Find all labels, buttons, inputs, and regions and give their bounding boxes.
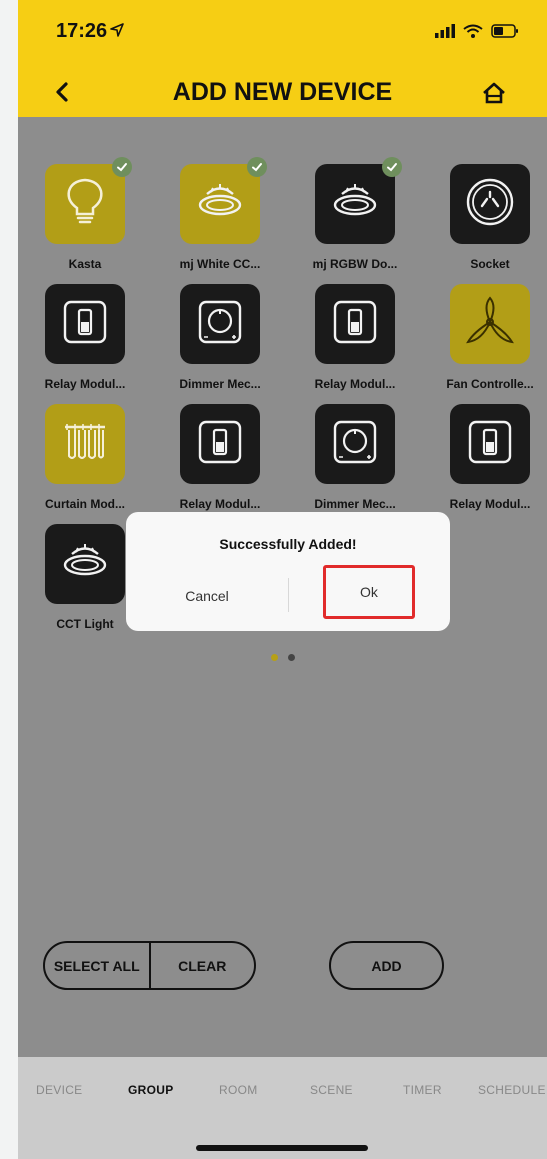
home-icon[interactable]: [481, 80, 507, 106]
home-indicator: [196, 1145, 368, 1151]
device-tile[interactable]: Relay Modul...: [25, 284, 145, 391]
tab-schedule[interactable]: SCHEDULE: [478, 1083, 546, 1097]
device-label: Socket: [470, 257, 510, 271]
device-tile[interactable]: Relay Modul...: [295, 284, 415, 391]
device-label: mj RGBW Do...: [312, 257, 398, 271]
ok-button[interactable]: Ok: [323, 565, 415, 619]
device-tile[interactable]: Relay Modul...: [160, 404, 280, 511]
downlight-icon: [57, 534, 113, 595]
status-indicators: [435, 24, 519, 43]
device-tile[interactable]: Kasta: [25, 157, 145, 271]
device-label: Relay Modul...: [449, 497, 531, 511]
dimmer-icon: [327, 414, 383, 475]
app-header: 17:26 ADD NEW DEVICE: [18, 0, 547, 117]
device-icon-box[interactable]: [315, 404, 395, 484]
relay-switch-icon: [192, 414, 248, 475]
relay-switch-icon: [57, 294, 113, 355]
device-label: Dimmer Mec...: [314, 497, 396, 511]
tab-list: DEVICE GROUP ROOM SCENE TIMER SCHEDULE: [18, 1057, 547, 1122]
location-arrow-icon: [110, 23, 124, 42]
battery-icon: [491, 24, 519, 43]
device-tile[interactable]: mj RGBW Do...: [295, 157, 415, 271]
relay-switch-icon: [462, 414, 518, 475]
curtain-icon: [57, 414, 113, 475]
page-indicator[interactable]: [18, 654, 547, 661]
device-label: Relay Modul...: [179, 497, 261, 511]
bottom-tab-bar: DEVICE GROUP ROOM SCENE TIMER SCHEDULE: [18, 1057, 547, 1159]
tab-scene[interactable]: SCENE: [310, 1083, 353, 1097]
add-button[interactable]: ADD: [329, 941, 444, 990]
tab-timer[interactable]: TIMER: [403, 1083, 442, 1097]
tab-group[interactable]: GROUP: [128, 1083, 174, 1097]
relay-switch-icon: [327, 294, 383, 355]
device-label: Relay Modul...: [314, 377, 396, 391]
select-all-button[interactable]: SELECT ALL: [45, 943, 149, 988]
socket-icon: [462, 174, 518, 235]
page-dot[interactable]: [287, 654, 295, 661]
device-icon-box[interactable]: [450, 404, 530, 484]
downlight-icon: [327, 174, 383, 235]
device-icon-box[interactable]: [45, 284, 125, 364]
device-icon-box[interactable]: [315, 284, 395, 364]
device-icon-box[interactable]: [45, 157, 132, 244]
device-tile[interactable]: Curtain Mod...: [25, 404, 145, 511]
device-icon-box[interactable]: [180, 157, 267, 244]
device-tile[interactable]: Dimmer Mec...: [295, 404, 415, 511]
device-label: Fan Controlle...: [446, 377, 534, 391]
device-tile[interactable]: Fan Controlle...: [430, 284, 547, 391]
device-icon-box[interactable]: [45, 524, 125, 604]
device-icon-box[interactable]: [315, 157, 402, 244]
device-icon-box[interactable]: [180, 284, 260, 364]
dialog-divider: [288, 578, 289, 612]
fan-icon: [462, 294, 518, 355]
phone-screen: 17:26 ADD NEW DEVICE Kasta mj White CC...…: [18, 0, 547, 1159]
device-icon-box[interactable]: [180, 404, 260, 484]
checkmark-icon: [382, 157, 402, 177]
device-tile[interactable]: Socket: [430, 164, 547, 271]
tab-device[interactable]: DEVICE: [36, 1083, 82, 1097]
device-tile[interactable]: mj White CC...: [160, 157, 280, 271]
device-label: Relay Modul...: [44, 377, 126, 391]
dimmer-icon: [192, 294, 248, 355]
bulb-icon: [57, 174, 113, 235]
page-dot[interactable]: [270, 654, 278, 661]
clear-button[interactable]: CLEAR: [148, 943, 255, 988]
device-label: Dimmer Mec...: [179, 377, 261, 391]
cancel-button[interactable]: Cancel: [126, 588, 288, 604]
device-grid-area: Kasta mj White CC... mj RGBW Do... Socket Re…: [18, 117, 547, 1057]
status-time: 17:26: [56, 20, 108, 42]
tab-room[interactable]: ROOM: [219, 1083, 258, 1097]
device-icon-box[interactable]: [450, 164, 530, 244]
selection-button-group: SELECT ALL CLEAR: [43, 941, 256, 990]
page-title: ADD NEW DEVICE: [172, 78, 393, 106]
device-label: Curtain Mod...: [45, 497, 125, 511]
device-tile[interactable]: Dimmer Mec...: [160, 284, 280, 391]
device-label: Kasta: [68, 257, 102, 271]
checkmark-icon: [112, 157, 132, 177]
checkmark-icon: [247, 157, 267, 177]
success-dialog: Successfully Added! Cancel Ok: [126, 512, 450, 631]
downlight-icon: [192, 174, 248, 235]
dialog-title: Successfully Added!: [219, 536, 357, 552]
cellular-signal-icon: [435, 24, 455, 43]
device-tile[interactable]: Relay Modul...: [430, 404, 547, 511]
device-label: mj White CC...: [179, 257, 261, 271]
device-icon-box[interactable]: [45, 404, 125, 484]
wifi-icon: [463, 24, 483, 43]
device-icon-box[interactable]: [450, 284, 530, 364]
